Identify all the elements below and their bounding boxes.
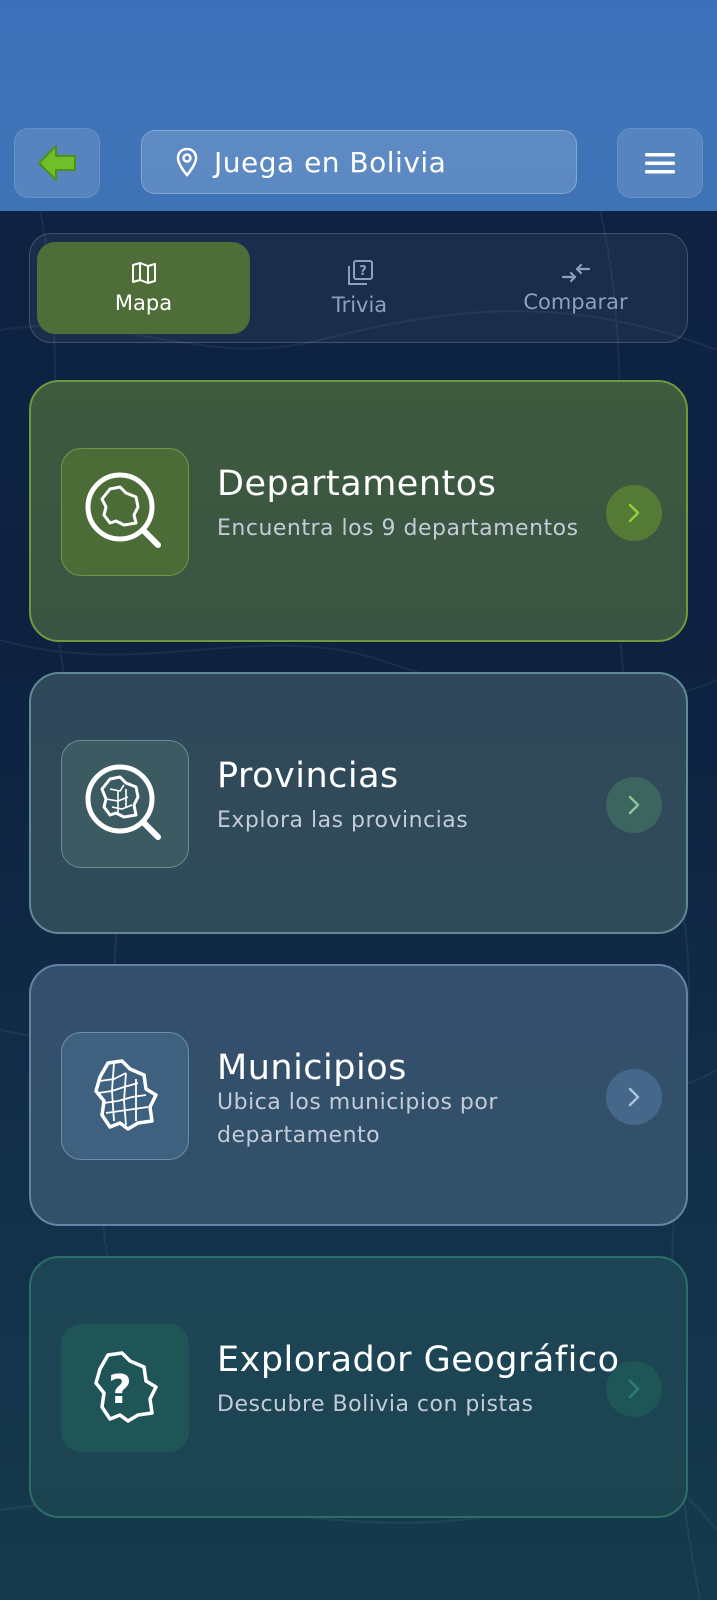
- chevron-right-icon: [628, 1379, 640, 1399]
- chevron-right-icon: [628, 795, 640, 815]
- svg-text:?: ?: [359, 264, 367, 279]
- bolivia-search-icon: [85, 472, 161, 548]
- card-subtitle: Encuentra los 9 departamentos: [217, 516, 579, 541]
- location-pin-icon: [176, 147, 198, 177]
- card-explorador-geografico[interactable]: ? Explorador Geográfico Descubre Bolivia…: [29, 1256, 688, 1518]
- tab-comparar[interactable]: Comparar: [469, 242, 682, 334]
- card-icon-box: ?: [61, 1324, 189, 1452]
- hamburger-menu-icon: [645, 153, 675, 174]
- chevron-right-icon: [628, 1087, 640, 1107]
- bolivia-question-icon: ?: [94, 1351, 158, 1423]
- svg-text:?: ?: [108, 1367, 131, 1413]
- bolivia-municipalities-icon: [94, 1059, 158, 1131]
- card-icon-box: [61, 1032, 189, 1160]
- card-title: Departamentos: [217, 464, 497, 504]
- map-icon: [131, 262, 156, 284]
- arrow-left-icon: [38, 145, 76, 181]
- app-header: Juega en Bolivia: [0, 0, 717, 211]
- card-subtitle: Descubre Bolivia con pistas: [217, 1392, 534, 1417]
- back-button[interactable]: [14, 128, 100, 198]
- card-icon-box: [61, 448, 189, 576]
- tab-mapa[interactable]: Mapa: [37, 242, 250, 334]
- card-subtitle: Explora las provincias: [217, 808, 469, 833]
- card-title: Explorador Geográfico: [217, 1340, 620, 1380]
- chevron-right-icon: [628, 503, 640, 523]
- card-title: Municipios: [217, 1048, 407, 1088]
- mode-tabs: Mapa ? Trivia Comparar: [29, 233, 688, 343]
- card-arrow-button[interactable]: [606, 1069, 662, 1125]
- app-title: Juega en Bolivia: [214, 145, 447, 179]
- card-provincias[interactable]: Provincias Explora las provincias: [29, 672, 688, 934]
- card-departamentos[interactable]: Departamentos Encuentra los 9 departamen…: [29, 380, 688, 642]
- card-subtitle: Ubica los municipios por departamento: [217, 1090, 498, 1148]
- card-arrow-button[interactable]: [606, 485, 662, 541]
- location-title-pill: Juega en Bolivia: [141, 130, 577, 194]
- question-cards-icon: ?: [347, 260, 373, 285]
- tab-comparar-label: Comparar: [523, 290, 628, 314]
- card-arrow-button[interactable]: [606, 1361, 662, 1417]
- card-icon-box: [61, 740, 189, 868]
- card-municipios[interactable]: Municipios Ubica los municipios por depa…: [29, 964, 688, 1226]
- card-arrow-button[interactable]: [606, 777, 662, 833]
- compare-arrows-icon: [561, 263, 590, 283]
- menu-button[interactable]: [617, 128, 703, 198]
- tab-mapa-label: Mapa: [114, 291, 173, 315]
- bolivia-provinces-search-icon: [85, 764, 161, 840]
- tab-trivia[interactable]: ? Trivia: [253, 242, 466, 334]
- card-title: Provincias: [217, 756, 399, 796]
- tab-trivia-label: Trivia: [331, 293, 388, 317]
